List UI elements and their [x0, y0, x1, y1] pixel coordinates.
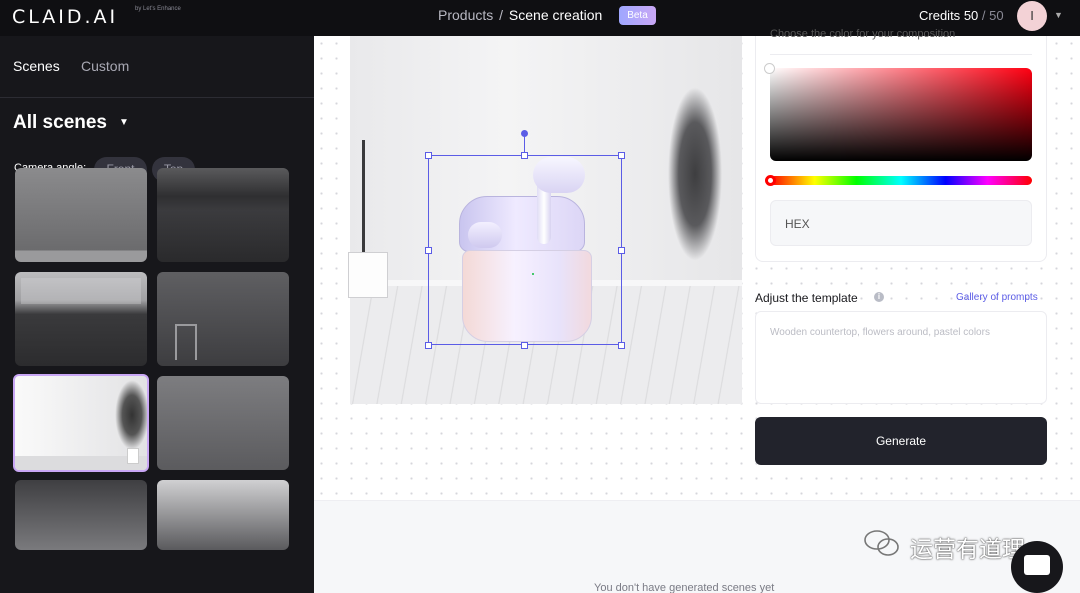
scene-thumbnail[interactable] — [157, 376, 289, 470]
resize-handle-br[interactable] — [618, 342, 625, 349]
resize-handle-l[interactable] — [425, 247, 432, 254]
logo[interactable]: CLAID.AI — [12, 6, 118, 28]
scene-thumbnail[interactable] — [15, 480, 147, 550]
scene-thumbnail[interactable] — [157, 480, 289, 550]
scene-thumbnail-selected[interactable] — [13, 374, 149, 472]
resize-handle-tl[interactable] — [425, 152, 432, 159]
rotate-handle[interactable] — [521, 130, 528, 137]
chat-icon[interactable] — [1024, 555, 1050, 575]
ledge-shape — [21, 278, 141, 304]
resize-handle-t[interactable] — [521, 152, 528, 159]
watermark-text: 运营有道理 — [910, 536, 1025, 562]
all-scenes-dropdown[interactable]: All scenes — [13, 112, 107, 134]
credits-total: 50 — [989, 8, 1004, 23]
saturation-thumb[interactable] — [764, 63, 775, 74]
wechat-icon — [864, 530, 899, 556]
product-selection-box[interactable] — [428, 155, 622, 345]
breadcrumb: Products / Scene creation — [438, 7, 602, 23]
chevron-down-icon[interactable]: ▼ — [1054, 10, 1063, 20]
divider — [770, 54, 1032, 55]
credits-counter: Credits 50 / 50 — [919, 8, 1004, 23]
hue-slider[interactable] — [770, 176, 1032, 185]
resize-handle-tr[interactable] — [618, 152, 625, 159]
resize-handle-bl[interactable] — [425, 342, 432, 349]
plant-pot — [348, 252, 388, 298]
beta-badge: Beta — [619, 6, 656, 25]
resize-handle-r[interactable] — [618, 247, 625, 254]
credits-separator: / — [981, 8, 986, 23]
empty-state-text: You don't have generated scenes yet — [594, 582, 775, 593]
gallery-of-prompts-link[interactable]: Gallery of prompts — [956, 292, 1038, 303]
breadcrumb-separator: / — [499, 7, 504, 23]
saturation-picker[interactable] — [770, 68, 1032, 161]
resize-handle-b[interactable] — [521, 342, 528, 349]
adjust-template-label: Adjust the template — [755, 291, 858, 305]
credits-used: 50 — [963, 8, 979, 23]
breadcrumb-products[interactable]: Products — [438, 7, 493, 23]
pot-shape — [127, 448, 139, 464]
sidebar-tabs: Scenes Custom — [0, 36, 314, 98]
user-avatar[interactable]: I — [1017, 1, 1047, 31]
caret-down-icon[interactable]: ▼ — [119, 117, 129, 128]
credits-label: Credits — [919, 8, 961, 23]
logo-subtitle: by Let's Enhance — [135, 6, 181, 12]
plant-stem — [362, 140, 365, 260]
generate-button[interactable]: Generate — [755, 417, 1047, 465]
color-picker-hint: Choose the color for your composition — [770, 28, 956, 40]
scene-thumbnail[interactable] — [15, 168, 147, 262]
plant-shape — [650, 66, 740, 306]
scene-thumbnail[interactable] — [157, 168, 289, 262]
hex-input[interactable]: HEX — [770, 200, 1032, 246]
breadcrumb-current: Scene creation — [508, 7, 603, 23]
template-prompt-input[interactable]: Wooden countertop, flowers around, paste… — [755, 311, 1047, 404]
plant-shape — [115, 380, 147, 450]
scene-thumbnail[interactable] — [157, 272, 289, 366]
chair-shape — [175, 324, 197, 360]
hue-thumb[interactable] — [765, 175, 776, 186]
info-icon[interactable]: i — [874, 292, 884, 302]
tab-custom[interactable]: Custom — [81, 58, 129, 74]
scene-thumbnail[interactable] — [15, 272, 147, 366]
tab-scenes[interactable]: Scenes — [13, 58, 60, 74]
